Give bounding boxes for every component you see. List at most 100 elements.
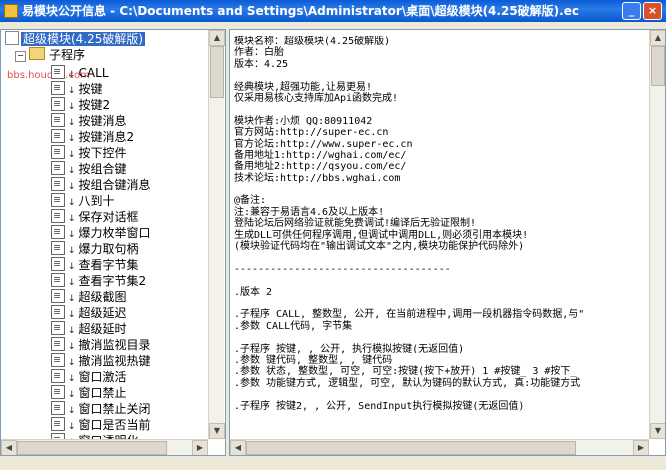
subroutine-icon — [51, 81, 65, 95]
module-info-pane[interactable]: 模块名称：超级模块(4.25破解版) 作者：白胎 版本：4.25 经典模块,超强功能,… — [229, 29, 666, 456]
folder-label: 子程序 — [49, 48, 86, 62]
collapse-icon[interactable]: − — [15, 51, 26, 62]
tree-item[interactable]: ↓ 爆力取句柄 — [51, 241, 139, 257]
scroll-left-button[interactable]: ◀ — [230, 440, 246, 455]
text-line: 模块作者:小烦 QQ:80911042 — [234, 115, 373, 127]
text-line: 官方论坛:http://www.super-ec.cn — [234, 138, 413, 150]
tree-item-label: 窗口禁止 — [78, 386, 127, 400]
text-line: 官方网站:http://super-ec.cn — [234, 127, 389, 139]
tree-item[interactable]: ↓ 按键消息2 — [51, 129, 134, 145]
text-line: .参数 功能键方式, 逻辑型, 可空, 默认为键码的默认方式, 真:功能键方式 — [234, 377, 581, 389]
tree-item[interactable]: ↓ 八到十 — [51, 193, 115, 209]
tree-item[interactable]: ↓ CALL — [51, 65, 109, 81]
scroll-down-button[interactable]: ▼ — [209, 423, 225, 439]
scroll-right-button[interactable]: ▶ — [633, 440, 649, 455]
tree-item-label: 保存对话框 — [78, 210, 139, 224]
tree-vertical-scrollbar[interactable]: ▲ ▼ — [208, 30, 225, 439]
minimize-button[interactable]: _ — [622, 2, 641, 20]
text-line — [234, 332, 639, 343]
module-tree-pane[interactable]: 超级模块(4.25破解版) bbs.houdao.com − 子程序 ↓ CALL ↓… — [0, 29, 226, 456]
tree-item[interactable]: ↓ 按键 — [51, 81, 103, 97]
subroutine-icon — [51, 161, 65, 175]
info-horizontal-scrollbar[interactable]: ◀ ▶ — [230, 439, 649, 455]
subroutine-icon — [51, 369, 65, 383]
window-title: 易模块公开信息 - C:\Documents and Settings\Admi… — [22, 4, 579, 18]
tree-item[interactable]: ↓ 超级延时 — [51, 321, 127, 337]
subroutine-icon — [51, 417, 65, 431]
tree-item-label: 超级截图 — [78, 290, 127, 304]
tree-item[interactable]: ↓ 按组合键 — [51, 161, 127, 177]
scroll-left-button[interactable]: ◀ — [1, 440, 17, 455]
text-line — [234, 70, 639, 81]
subroutine-icon — [51, 193, 65, 207]
tree-item[interactable]: ↓ 查看字节集 — [51, 257, 139, 273]
text-line: .参数 CALL代码, 字节集 — [234, 320, 353, 332]
tree-root-label: 超级模块(4.25破解版) — [21, 32, 146, 46]
scroll-thumb[interactable] — [651, 46, 665, 86]
scroll-thumb[interactable] — [246, 441, 576, 455]
tree-folder-subroutines[interactable]: − 子程序 — [15, 47, 85, 63]
tree-item[interactable]: ↓ 窗口禁止关闭 — [51, 401, 151, 417]
tree-item[interactable]: ↓ 超级截图 — [51, 289, 127, 305]
tree-item[interactable]: ↓ 查看字节集2 — [51, 273, 146, 289]
tree-item[interactable]: ↓ 按组合键消息 — [51, 177, 151, 193]
text-line: ------------------------------------ — [234, 263, 451, 275]
subroutine-icon — [51, 305, 65, 319]
subroutine-icon — [51, 241, 65, 255]
tree-item-label: 撤消监视热键 — [78, 354, 151, 368]
scroll-thumb[interactable] — [210, 46, 224, 98]
info-vertical-scrollbar[interactable]: ▲ ▼ — [649, 30, 665, 439]
text-line: 备用地址2:http://qsyou.com/ec/ — [234, 161, 407, 173]
tree-item-label: 窗口激活 — [78, 370, 127, 384]
tree-item[interactable]: ↓ 保存对话框 — [51, 209, 139, 225]
scroll-down-button[interactable]: ▼ — [650, 423, 665, 439]
folder-icon — [29, 47, 45, 60]
text-line: 作者：白胎 — [234, 47, 284, 59]
text-line: 注:兼容于易语言4.6及以上版本! — [234, 206, 385, 218]
subroutine-icon — [51, 401, 65, 415]
tree-item[interactable]: ↓ 超级延迟 — [51, 305, 127, 321]
tree-item-label: 按组合键 — [78, 162, 127, 176]
text-line: .版本 2 — [234, 286, 273, 298]
tree-item[interactable]: ↓ 窗口禁止 — [51, 385, 127, 401]
tree-item-label: 查看字节集 — [78, 258, 139, 272]
tree-item[interactable]: ↓ 按键2 — [51, 97, 110, 113]
title-bar[interactable]: 易模块公开信息 - C:\Documents and Settings\Admi… — [0, 0, 666, 22]
subroutine-icon — [51, 353, 65, 367]
subroutine-icon — [51, 337, 65, 351]
tree-item-label: 爆力取句柄 — [78, 242, 139, 256]
subroutine-icon — [51, 289, 65, 303]
tree-item-label: 八到十 — [78, 194, 115, 208]
text-line: (模块验证代码均在"输出调试文本"之内,模块功能保护代码除外) — [234, 241, 525, 253]
text-line — [234, 252, 639, 263]
tree-item-label: 按键消息 — [78, 114, 127, 128]
text-line: 模块名称：超级模块(4.25破解版) — [234, 36, 391, 47]
text-line: .子程序 按键2, , 公开, SendInput执行模拟按键(无返回值) — [234, 400, 525, 412]
text-line: @备注: — [234, 195, 267, 207]
tree-horizontal-scrollbar[interactable]: ◀ ▶ — [1, 439, 208, 455]
scroll-up-button[interactable]: ▲ — [209, 30, 225, 46]
tree-item-label: 按键消息2 — [78, 130, 135, 144]
scroll-up-button[interactable]: ▲ — [650, 30, 665, 46]
tree-item[interactable]: ↓ 撤消监视目录 — [51, 337, 151, 353]
tree-item[interactable]: ↓ 窗口是否当前 — [51, 417, 151, 433]
close-button[interactable]: × — [643, 2, 662, 20]
tree-item[interactable]: ↓ 按下控件 — [51, 145, 127, 161]
tree-item-label: 按下控件 — [78, 146, 127, 160]
tree-item-label: 窗口是否当前 — [78, 418, 151, 432]
subroutine-icon — [51, 209, 65, 223]
tree-item-label: CALL — [78, 66, 109, 80]
subroutine-icon — [51, 129, 65, 143]
tree-item[interactable]: ↓ 窗口激活 — [51, 369, 127, 385]
subroutine-icon — [51, 177, 65, 191]
tree-item-label: 按键2 — [78, 98, 111, 112]
text-line: 仅采用易核心支持库加Api函数完成! — [234, 92, 399, 104]
tree-item[interactable]: ↓ 按键消息 — [51, 113, 127, 129]
subroutine-icon — [51, 273, 65, 287]
tree-item[interactable]: ↓ 撤消监视热键 — [51, 353, 151, 369]
tree-root[interactable]: 超级模块(4.25破解版) — [5, 31, 146, 47]
scroll-right-button[interactable]: ▶ — [192, 440, 208, 455]
tree-item-label: 按组合键消息 — [78, 178, 151, 192]
tree-item[interactable]: ↓ 爆力枚举窗口 — [51, 225, 151, 241]
scroll-thumb[interactable] — [17, 441, 167, 455]
